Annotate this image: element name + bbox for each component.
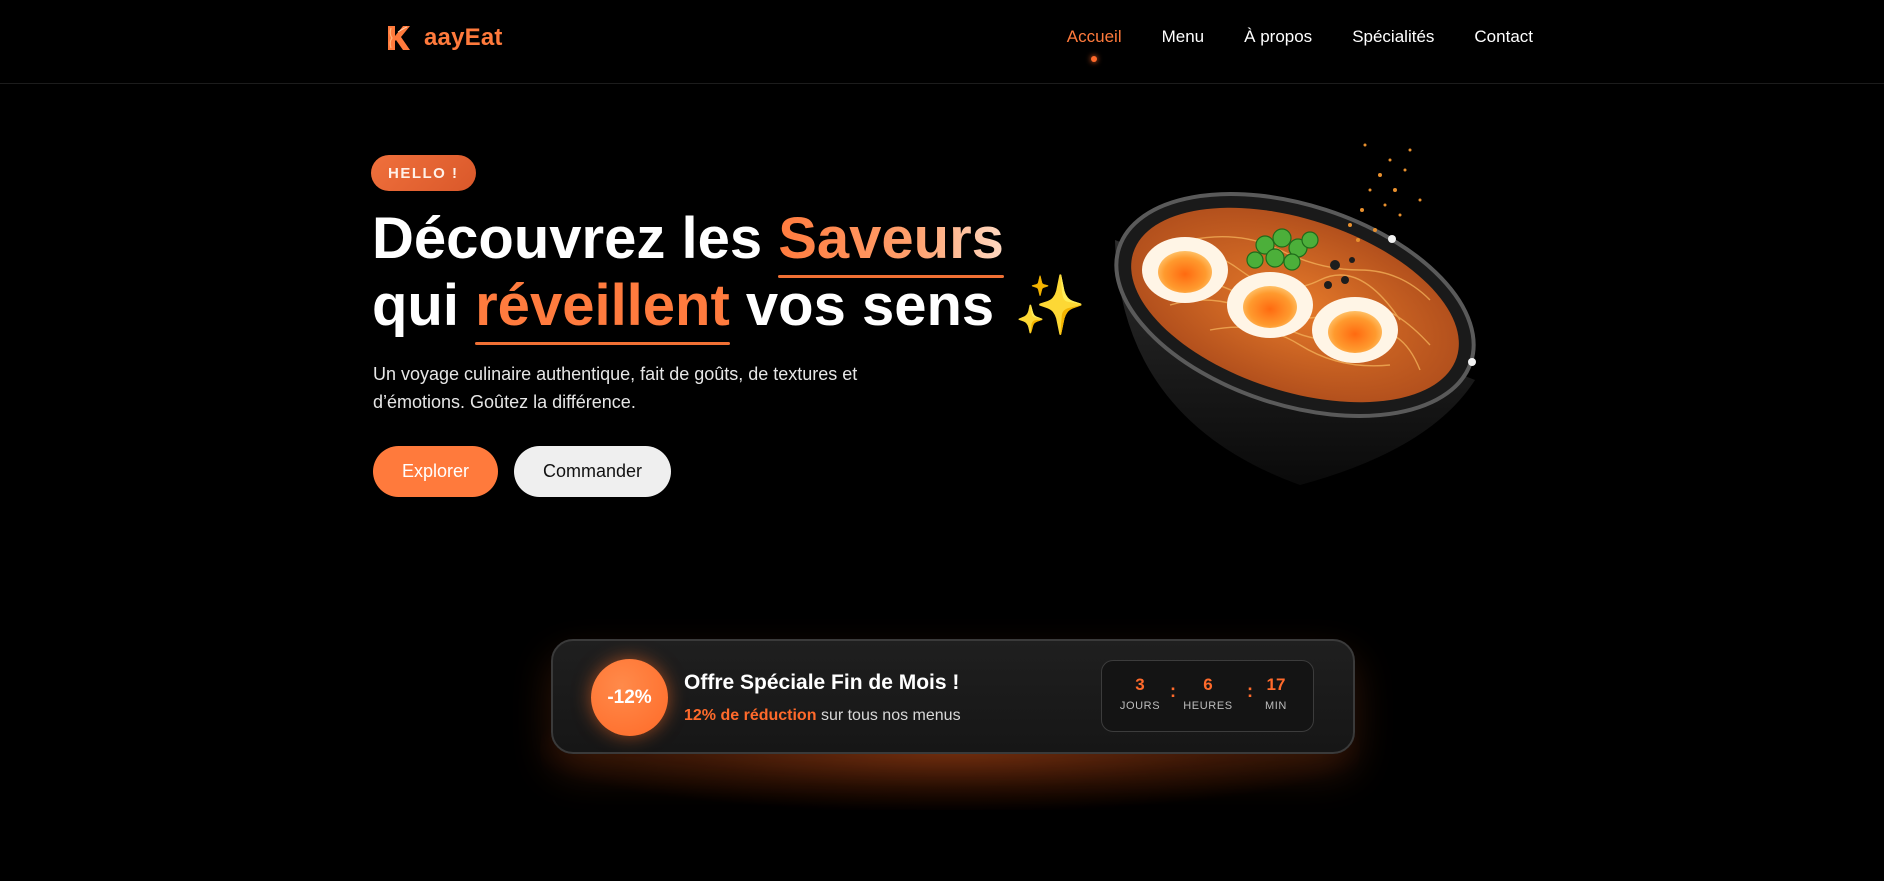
nav-item-accueil[interactable]: Accueil [1066,25,1122,62]
hero-badge: HELLO ! [371,155,476,191]
nav-item-menu[interactable]: Menu [1162,25,1205,49]
countdown-hours: 6 HEURES [1178,675,1238,712]
countdown-minutes-value: 17 [1266,675,1286,694]
explorer-button[interactable]: Explorer [373,446,498,497]
countdown-timer: 3 JOURS : 6 HEURES : 17 MIN [1101,660,1314,732]
commander-button[interactable]: Commander [514,446,671,497]
nav-item-label: À propos [1244,27,1313,46]
main-nav: Accueil Menu À propos Spécialités Contac… [1066,25,1533,62]
countdown-hours-value: 6 [1203,675,1213,694]
nav-item-specialites[interactable]: Spécialités [1352,25,1434,49]
nav-item-label: Menu [1161,27,1205,46]
discount-badge: -12% [591,659,668,736]
hero-title-text: vos sens [745,273,995,338]
countdown-days: 3 JOURS [1110,675,1170,712]
active-indicator-dot [1091,56,1098,62]
navbar: aayEat Accueil Menu À propos Spécialités… [0,0,1884,84]
brand-name: aayEat [424,24,503,51]
promo-card: -12% Offre Spéciale Fin de Mois ! 12% de… [551,639,1355,754]
ramen-bowl-image [1114,143,1476,485]
promo-subtitle: 12% de réduction sur tous nos menus [684,707,961,725]
countdown-days-label: JOURS [1119,700,1161,712]
promo-title: Offre Spéciale Fin de Mois ! [684,671,960,694]
nav-item-label: Spécialités [1352,27,1435,46]
countdown-separator: : [1170,681,1176,701]
countdown-hours-label: HEURES [1183,700,1233,712]
hero-title-highlight-reveillent: réveillent [475,273,730,345]
countdown-days-value: 3 [1135,675,1145,694]
hero-title-highlight-saveurs: Saveurs [778,206,1004,278]
promo-subtitle-rest: sur tous nos menus [820,707,961,724]
nav-item-label: Accueil [1066,27,1122,46]
hero-description: Un voyage culinaire authentique, fait de… [373,364,858,412]
countdown-minutes: 17 MIN [1246,675,1306,712]
hero-title-text: Découvrez les [372,206,763,271]
hero-title: Découvrez les Saveurs qui réveillent vos… [372,205,1087,345]
countdown-minutes-label: MIN [1265,700,1287,712]
nav-item-contact[interactable]: Contact [1474,25,1533,49]
nav-item-label: Contact [1474,27,1533,46]
nav-item-a-propos[interactable]: À propos [1244,25,1312,49]
sparkles-icon: ✨ [1014,273,1087,338]
brand-link[interactable]: aayEat [382,20,503,56]
promo-discount-text: 12% de réduction [684,707,817,724]
hero-title-text: qui [372,273,459,338]
flame-k-logo-icon [388,26,410,50]
